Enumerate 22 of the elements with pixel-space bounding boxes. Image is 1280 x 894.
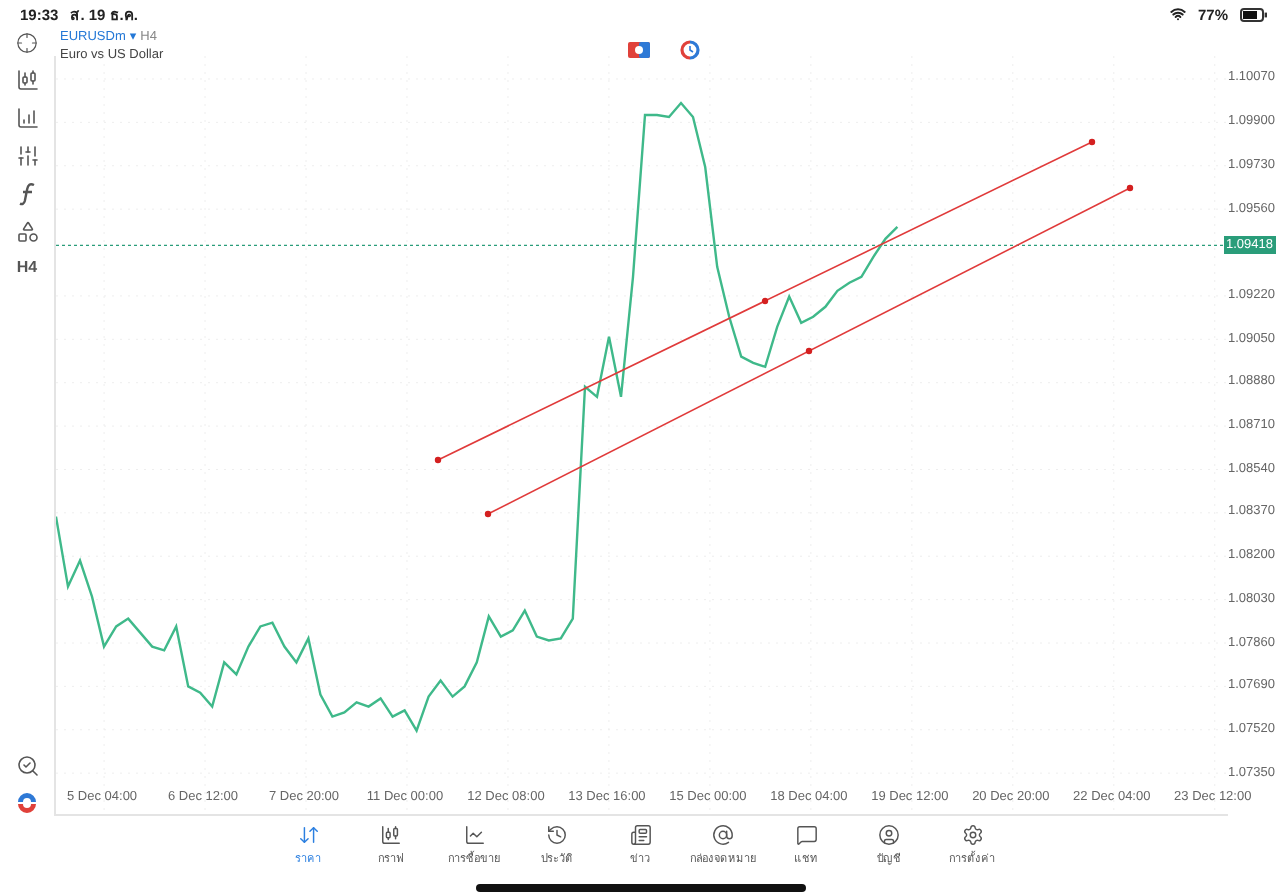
candlestick-icon: [380, 824, 402, 846]
app-logo-icon[interactable]: [16, 792, 38, 814]
sliders-icon[interactable]: [15, 144, 39, 168]
at-sign-icon: [712, 824, 734, 846]
history-icon: [546, 824, 568, 846]
shapes-icon[interactable]: [15, 220, 39, 244]
search-check-icon[interactable]: [15, 754, 39, 778]
wifi-icon: [1169, 6, 1186, 22]
crosshair-icon[interactable]: [16, 32, 38, 54]
chat-icon: [795, 824, 817, 846]
newspaper-icon: [629, 824, 651, 846]
user-icon: [878, 824, 900, 846]
clock-icon[interactable]: [680, 40, 700, 60]
settings-icon: [961, 824, 983, 846]
candlestick-icon[interactable]: [15, 68, 39, 92]
timeframe-button[interactable]: H4: [16, 258, 38, 276]
line-chart-icon: [463, 824, 485, 846]
trade-icon[interactable]: [628, 42, 650, 58]
function-icon[interactable]: [17, 182, 37, 206]
bar-chart-icon[interactable]: [15, 106, 39, 130]
battery-icon: [1240, 7, 1268, 21]
arrows-icon: [297, 824, 319, 846]
